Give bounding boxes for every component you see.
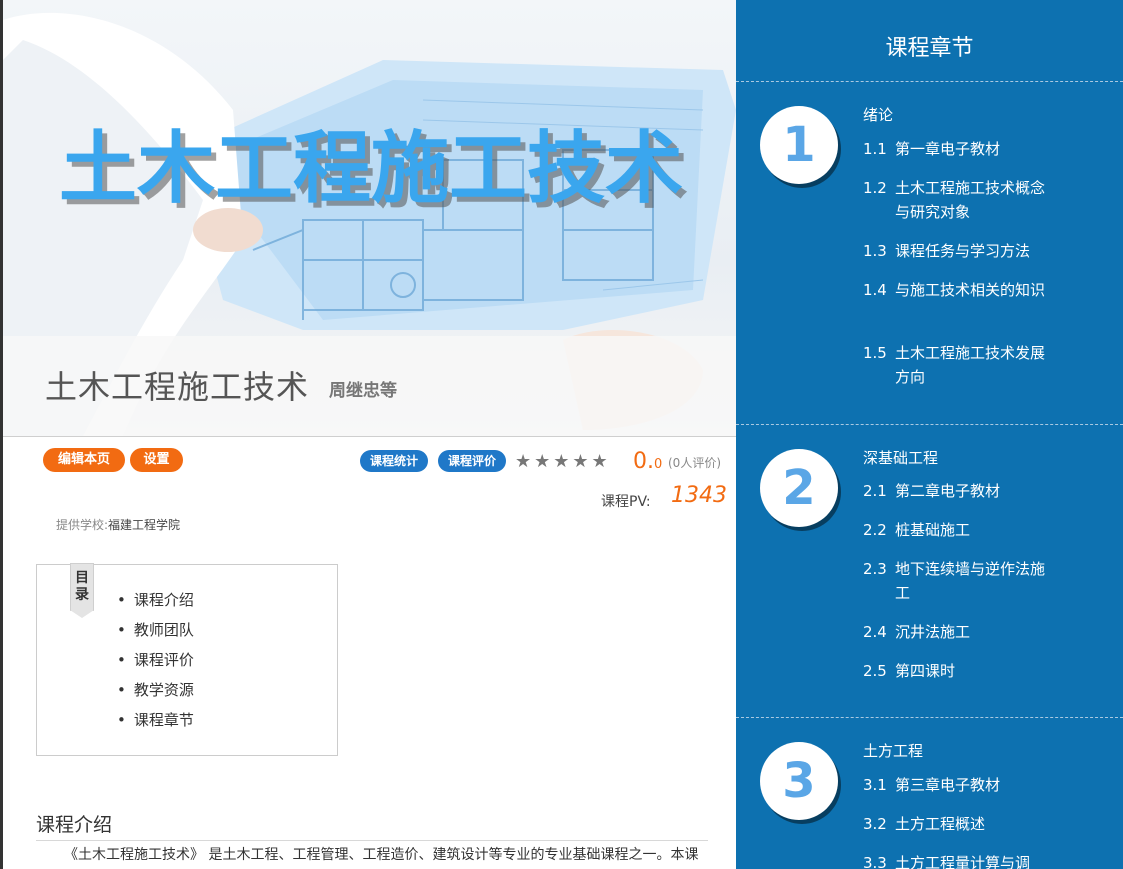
school-label: 提供学校: bbox=[56, 518, 109, 532]
section-number: 1.1 bbox=[863, 140, 887, 158]
section-number: 1.2 bbox=[863, 179, 887, 197]
section-number: 2.2 bbox=[863, 521, 887, 539]
section-number: 2.1 bbox=[863, 482, 887, 500]
section-link[interactable]: 2.1 第二章电子教材 bbox=[863, 479, 1053, 503]
toc-list: 课程介绍 教师团队 课程评价 教学资源 课程章节 bbox=[117, 589, 194, 739]
section-number: 1.5 bbox=[863, 344, 887, 362]
pv-value: 1343 bbox=[671, 483, 727, 508]
section-number: 3.1 bbox=[863, 776, 887, 794]
section-label: 第一章电子教材 bbox=[895, 140, 1001, 158]
school-info: 提供学校:福建工程学院 bbox=[56, 516, 180, 533]
section-link[interactable]: 2.5 第四课时 bbox=[863, 659, 1053, 683]
section-label: 与施工技术相关的知识 bbox=[895, 281, 1046, 299]
chapter-title[interactable]: 深基础工程 bbox=[863, 447, 938, 468]
chapter-title[interactable]: 土方工程 bbox=[863, 740, 923, 761]
toc-tab: 目录 bbox=[70, 563, 94, 618]
chapters-panel-title: 课程章节 bbox=[885, 36, 974, 61]
divider bbox=[736, 424, 1123, 425]
course-main: 土木工程施工技术 土木工程施工技术 土木工程施工技术 周继忠等 编辑本页 设置 … bbox=[0, 0, 736, 869]
hero-title: 土木工程施工技术 bbox=[59, 124, 683, 214]
section-number: 1.4 bbox=[863, 281, 887, 299]
divider bbox=[36, 840, 708, 841]
rating-score-dec: 0 bbox=[654, 457, 663, 472]
section-number: 3.3 bbox=[863, 854, 887, 869]
section-number: 2.4 bbox=[863, 623, 887, 641]
rating-stars[interactable]: ★★★★★ bbox=[515, 451, 611, 472]
toc-item-resources[interactable]: 教学资源 bbox=[117, 679, 194, 709]
section-label: 第二章电子教材 bbox=[895, 482, 1001, 500]
toc-item-review[interactable]: 课程评价 bbox=[117, 649, 194, 679]
section-link[interactable]: 3.2 土方工程概述 bbox=[863, 812, 1053, 836]
section-label: 土方工程概述 bbox=[895, 815, 986, 833]
intro-heading: 课程介绍 bbox=[36, 814, 113, 836]
section-link[interactable]: 2.2 桩基础施工 bbox=[863, 518, 1053, 542]
section-link[interactable]: 1.5 土木工程施工技术发展方向 bbox=[863, 341, 1053, 389]
section-link[interactable]: 1.2 土木工程施工技术概念与研究对象 bbox=[863, 176, 1053, 224]
section-link[interactable]: 1.4 与施工技术相关的知识 bbox=[863, 278, 1053, 302]
chapter-number-badge: 3 bbox=[760, 742, 838, 820]
section-number: 3.2 bbox=[863, 815, 887, 833]
settings-button[interactable]: 设置 bbox=[130, 448, 183, 472]
chapter-title[interactable]: 绪论 bbox=[863, 104, 893, 125]
course-stats-button[interactable]: 课程统计 bbox=[360, 450, 428, 472]
section-number: 2.5 bbox=[863, 662, 887, 680]
section-label: 沉井法施工 bbox=[895, 623, 971, 641]
course-name: 土木工程施工技术 bbox=[45, 368, 310, 406]
chapter-number-badge: 1 bbox=[760, 106, 838, 184]
section-label: 土木工程施工技术发展方向 bbox=[895, 344, 1046, 386]
toc-item-chapters[interactable]: 课程章节 bbox=[117, 709, 194, 739]
intro-text: 《土木工程施工技术》 是土木工程、工程管理、工程造价、建筑设计等专业的专业基础课… bbox=[64, 847, 699, 863]
chapter-number-badge: 2 bbox=[760, 449, 838, 527]
section-label: 土木工程施工技术概念与研究对象 bbox=[895, 179, 1046, 221]
section-label: 课程任务与学习方法 bbox=[895, 242, 1031, 260]
section-number: 2.3 bbox=[863, 560, 887, 578]
toc-item-intro[interactable]: 课程介绍 bbox=[117, 589, 194, 619]
section-number: 1.3 bbox=[863, 242, 887, 260]
course-review-button[interactable]: 课程评价 bbox=[438, 450, 506, 472]
section-link[interactable]: 1.1 第一章电子教材 bbox=[863, 137, 1053, 161]
section-label: 地下连续墙与逆作法施工 bbox=[895, 560, 1046, 602]
chapters-panel: 课程章节 1 绪论 1.1 第一章电子教材 1.2 土木工程施工技术概念与研究对象 … bbox=[736, 0, 1123, 869]
section-link[interactable]: 2.4 沉井法施工 bbox=[863, 620, 1053, 644]
course-banner: 土木工程施工技术 土木工程施工技术 土木工程施工技术 周继忠等 bbox=[3, 0, 736, 436]
edit-page-button[interactable]: 编辑本页 bbox=[43, 448, 125, 472]
divider bbox=[736, 81, 1123, 82]
pv-label: 课程PV: bbox=[601, 494, 651, 510]
section-link[interactable]: 1.3 课程任务与学习方法 bbox=[863, 239, 1053, 263]
divider bbox=[3, 436, 736, 437]
divider bbox=[736, 717, 1123, 718]
rating-score: 0.0 bbox=[633, 449, 662, 474]
rating-count: (0人评价) bbox=[668, 456, 721, 470]
school-name: 福建工程学院 bbox=[108, 518, 181, 532]
toc-item-team[interactable]: 教师团队 bbox=[117, 619, 194, 649]
section-link[interactable]: 3.3 土方工程量计算与调 bbox=[863, 851, 1053, 869]
section-link[interactable]: 3.1 第三章电子教材 bbox=[863, 773, 1053, 797]
section-link[interactable]: 2.3 地下连续墙与逆作法施工 bbox=[863, 557, 1053, 605]
section-label: 第三章电子教材 bbox=[895, 776, 1001, 794]
course-author: 周继忠等 bbox=[329, 381, 397, 401]
section-label: 桩基础施工 bbox=[895, 521, 971, 539]
rating-score-int: 0. bbox=[633, 449, 654, 474]
toc-tab-label: 目录 bbox=[75, 570, 89, 603]
section-label: 土方工程量计算与调 bbox=[895, 854, 1031, 869]
section-label: 第四课时 bbox=[895, 662, 956, 680]
